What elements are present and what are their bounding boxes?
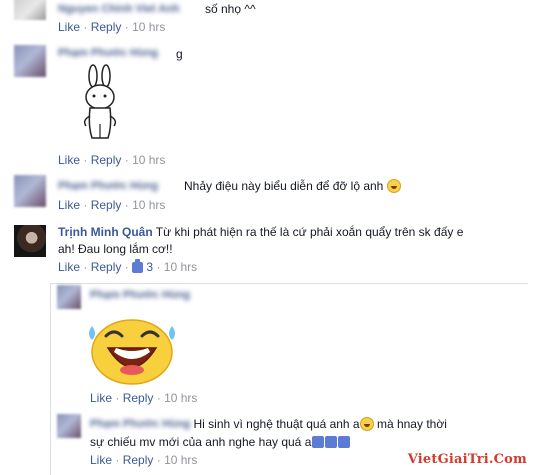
comment-author[interactable]: Trịnh Minh Quân	[58, 225, 153, 239]
like-count[interactable]: 3	[146, 260, 153, 274]
comment-author-blurred[interactable]: Nguyen Chinh Viet Anh	[58, 3, 180, 15]
reply-text: Hi sinh vì nghệ thuật quá anh a	[193, 417, 360, 431]
comment-author-blurred[interactable]: Phạm Phước Hùng	[58, 180, 158, 192]
laughing-emoji-icon	[359, 417, 374, 431]
reply-body: Phạm Phước Hùng Hi sinh vì nghệ thuật qu…	[90, 416, 447, 432]
reply-link[interactable]: Reply	[123, 391, 154, 405]
reply-actions: Like · Reply · 10 hrs	[90, 453, 198, 467]
reply-actions: Like · Reply · 10 hrs	[90, 391, 198, 405]
like-thumb-icon	[312, 436, 325, 448]
like-link[interactable]: Like	[58, 198, 80, 212]
comment-actions: Like · Reply · 10 hrs	[58, 198, 166, 212]
comment-text-line2: ah! Đau long lắm cơ!!	[58, 242, 173, 256]
timestamp[interactable]: 10 hrs	[132, 20, 165, 34]
comment-author-blurred[interactable]: Phạm Phước Hùng	[58, 47, 158, 59]
timestamp[interactable]: 10 hrs	[164, 453, 197, 467]
comment-text: g	[176, 47, 183, 61]
like-link[interactable]: Like	[58, 260, 80, 274]
comment-text: số nhọ ^^	[205, 2, 256, 16]
comment-actions: Like · Reply · 10 hrs	[58, 153, 166, 167]
reply-text-end: mà hnay thời	[376, 417, 447, 431]
reply-link[interactable]: Reply	[91, 198, 122, 212]
reply-link[interactable]: Reply	[91, 20, 122, 34]
avatar[interactable]	[57, 414, 81, 438]
comment-body: Trịnh Minh Quân Từ khi phát hiện ra thế …	[58, 224, 528, 240]
reply-text-line2: sự chiếu mv mới của anh nghe hay quá a	[90, 434, 351, 450]
like-link[interactable]: Like	[58, 20, 80, 34]
avatar[interactable]	[14, 0, 46, 20]
reply-author-blurred[interactable]: Phạm Phước Hùng	[90, 416, 190, 432]
timestamp[interactable]: 10 hrs	[164, 391, 197, 405]
laughing-emoji-icon	[386, 179, 401, 193]
like-link[interactable]: Like	[90, 453, 112, 467]
bunny-sticker	[83, 64, 117, 139]
avatar[interactable]	[14, 45, 46, 77]
laughing-emoji-sticker	[89, 319, 175, 385]
reply-link[interactable]: Reply	[91, 153, 122, 167]
avatar[interactable]	[14, 225, 46, 257]
timestamp[interactable]: 10 hrs	[164, 260, 197, 274]
comment-text: Từ khi phát hiện ra thế là cứ phải xoắn …	[155, 225, 464, 239]
timestamp[interactable]: 10 hrs	[132, 153, 165, 167]
comment-actions: Like · Reply · 10 hrs	[58, 20, 166, 34]
reply-author-blurred[interactable]: Phạm Phước Hùng	[90, 289, 190, 301]
avatar[interactable]	[57, 285, 81, 309]
reply-link[interactable]: Reply	[91, 260, 122, 274]
like-link[interactable]: Like	[58, 153, 80, 167]
reply-thread-line	[50, 283, 51, 475]
like-thumb-icon[interactable]	[132, 259, 144, 273]
comment-actions: Like · Reply · 3 · 10 hrs	[58, 259, 198, 274]
like-link[interactable]: Like	[90, 391, 112, 405]
like-thumb-icon	[325, 436, 338, 448]
reply-thread-top	[50, 283, 528, 284]
like-thumb-icon	[338, 436, 351, 448]
reply-link[interactable]: Reply	[123, 453, 154, 467]
comment-text: Nhảy điệu này biểu diễn để đỡ lộ anh	[184, 178, 401, 194]
timestamp[interactable]: 10 hrs	[132, 198, 165, 212]
avatar[interactable]	[14, 175, 46, 207]
watermark: VietGiaiTri.Com	[407, 452, 527, 467]
